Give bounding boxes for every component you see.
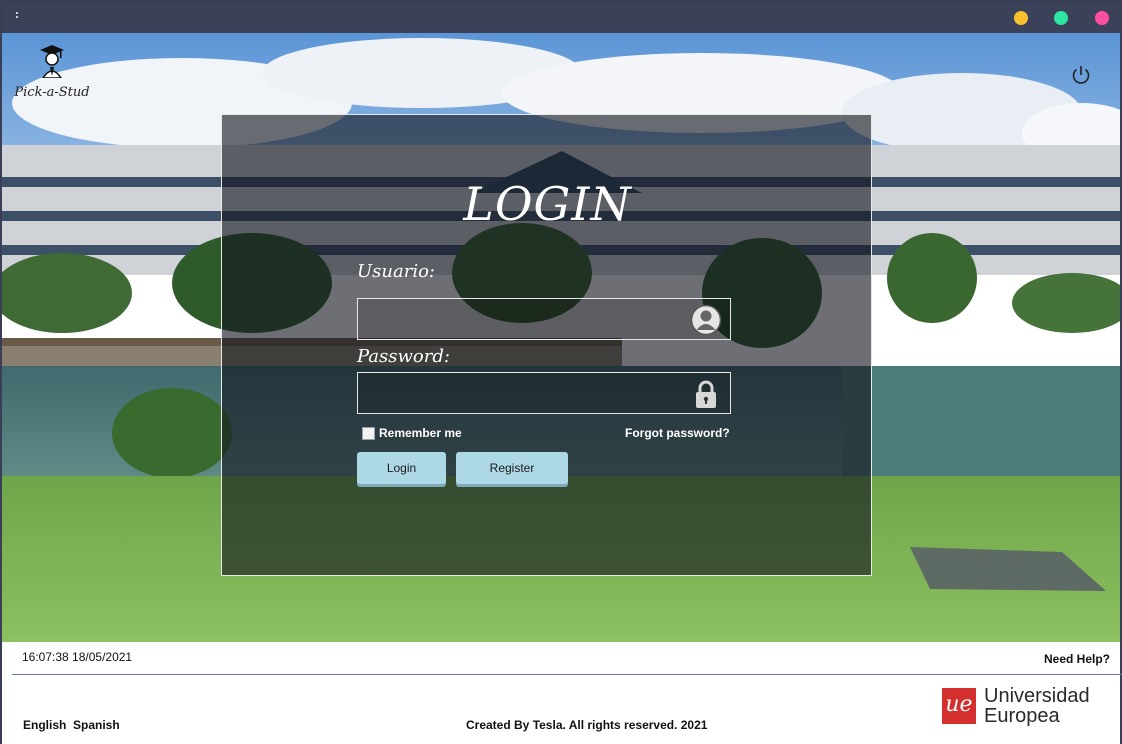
close-button[interactable] bbox=[1095, 11, 1109, 25]
university-name-line1: Universidad bbox=[984, 685, 1090, 707]
credits-text: Created By Tesla. All rights reserved. 2… bbox=[466, 718, 708, 732]
app-logo: Pick-a-Stud bbox=[10, 42, 94, 100]
title-bar bbox=[2, 2, 1120, 33]
register-button[interactable]: Register bbox=[456, 452, 568, 484]
forgot-password-link[interactable]: Forgot password? bbox=[625, 426, 730, 440]
footer: 16:07:38 18/05/2021 Need Help? English S… bbox=[2, 642, 1122, 744]
password-label: Password: bbox=[357, 346, 450, 367]
username-field[interactable] bbox=[357, 298, 731, 340]
lang-spanish[interactable]: Spanish bbox=[73, 718, 120, 732]
minimize-button[interactable] bbox=[1014, 11, 1028, 25]
password-input[interactable] bbox=[358, 373, 730, 413]
lock-icon bbox=[696, 380, 716, 408]
power-icon[interactable] bbox=[1070, 64, 1092, 86]
remember-me[interactable]: Remember me bbox=[362, 426, 462, 440]
app-name: Pick-a-Stud bbox=[14, 85, 90, 100]
university-logo: ue Universidad Europea bbox=[942, 686, 1090, 726]
window-menu-icon[interactable] bbox=[16, 12, 20, 18]
lang-english[interactable]: English bbox=[23, 718, 66, 732]
maximize-button[interactable] bbox=[1054, 11, 1068, 25]
remember-label: Remember me bbox=[379, 426, 462, 440]
remember-checkbox[interactable] bbox=[362, 426, 375, 440]
login-button[interactable]: Login bbox=[357, 452, 446, 484]
university-name-line2: Europea bbox=[984, 705, 1060, 727]
datetime-display: 16:07:38 18/05/2021 bbox=[22, 650, 133, 664]
username-input[interactable] bbox=[358, 299, 730, 339]
user-icon bbox=[690, 304, 722, 336]
login-panel: LOGIN Usuario: Password: Remember me For… bbox=[221, 114, 872, 576]
ue-mark: ue bbox=[942, 688, 976, 724]
username-label: Usuario: bbox=[357, 261, 435, 282]
password-field[interactable] bbox=[357, 372, 731, 414]
login-title: LOGIN bbox=[463, 177, 632, 231]
graduate-icon bbox=[40, 45, 64, 79]
footer-divider bbox=[12, 674, 1122, 675]
app-window: Pick-a-Stud LOGIN Usuario: Password: Rem… bbox=[0, 0, 1122, 744]
need-help-link[interactable]: Need Help? bbox=[1044, 652, 1110, 666]
